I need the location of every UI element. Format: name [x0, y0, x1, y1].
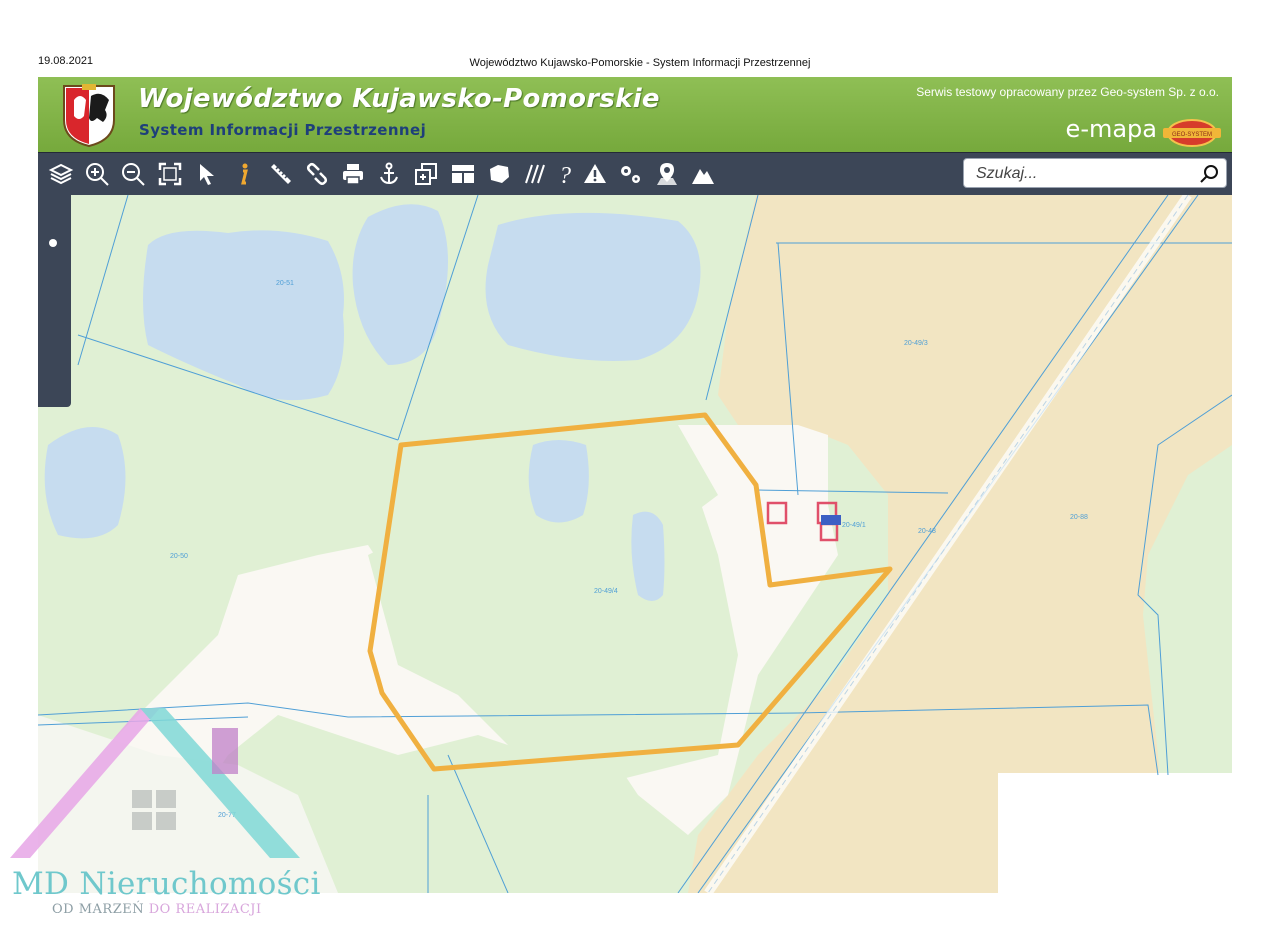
anchor-icon — [380, 162, 398, 185]
watermark-tagline-part-a: OD MARZEŃ — [52, 902, 145, 917]
watermark-tagline: OD MARZEŃ DO REALIZACJI — [52, 902, 262, 917]
lake-north-central — [485, 212, 701, 361]
map-pin-icon — [657, 163, 677, 185]
zoom-out-icon — [122, 163, 145, 186]
zoom-in-button[interactable] — [82, 157, 112, 191]
parcel-label: 20-88 — [1070, 514, 1088, 521]
map-pin-button[interactable] — [652, 157, 682, 191]
parcel-label: 20-51 — [276, 280, 294, 287]
lake-west — [44, 427, 126, 539]
pond-south — [631, 511, 665, 601]
search-icon[interactable] — [1198, 163, 1220, 185]
link-icon — [306, 162, 328, 186]
print-header-title: Województwo Kujawsko-Pomorskie - System … — [469, 57, 811, 69]
zoom-in-icon — [86, 163, 109, 186]
link-button[interactable] — [302, 157, 332, 191]
settings-button[interactable] — [615, 157, 645, 191]
print-button[interactable] — [338, 157, 368, 191]
full-extent-button[interactable] — [155, 157, 185, 191]
watermark-brand-name: MD Nieruchomości — [12, 866, 321, 902]
hatch-button[interactable] — [519, 157, 549, 191]
region-title: Województwo Kujawsko-Pomorskie — [138, 84, 660, 114]
coat-of-arms-icon — [63, 84, 115, 148]
layers-button[interactable] — [46, 157, 76, 191]
globe-text: GEO-SYSTEM — [1172, 132, 1212, 138]
service-note: Serwis testowy opracowany przez Geo-syst… — [916, 85, 1219, 99]
warning-button[interactable] — [580, 157, 610, 191]
terrain-button[interactable] — [688, 157, 718, 191]
parcel-label: 20-49/4 — [594, 588, 618, 595]
parcel-label: 20-49/3 — [904, 340, 928, 347]
zoom-slider-handle[interactable] — [49, 239, 57, 247]
area-shape-icon — [490, 165, 509, 183]
search-input[interactable] — [974, 162, 1198, 186]
settings-icon — [621, 166, 640, 183]
help-button[interactable]: ? — [550, 157, 580, 191]
search-box — [963, 158, 1227, 188]
layout-button[interactable] — [448, 157, 478, 191]
watermark-tagline-part-b: DO REALIZACJI — [148, 902, 262, 917]
parcel-label: 20-49/1 — [842, 522, 866, 529]
parcel-label: 20-50 — [170, 553, 188, 560]
zoom-out-button[interactable] — [118, 157, 148, 191]
measure-button[interactable] — [266, 157, 296, 191]
copy-button[interactable] — [411, 157, 441, 191]
terrain-icon — [692, 169, 714, 184]
print-icon — [343, 164, 363, 185]
header-banner: Województwo Kujawsko-Pomorskie System In… — [38, 77, 1232, 152]
pond-central — [528, 440, 589, 523]
map-blank-corner — [998, 773, 1232, 893]
address-point-marker — [821, 515, 841, 525]
layers-icon — [48, 163, 74, 185]
select-pointer-icon — [200, 164, 214, 185]
warning-icon — [584, 164, 606, 183]
parcel-label: 20-48 — [918, 528, 936, 535]
layout-icon — [452, 165, 474, 183]
info-icon — [241, 163, 248, 185]
help-icon: ? — [559, 163, 571, 187]
hatch-icon — [525, 164, 545, 184]
measure-ruler-icon — [271, 164, 291, 184]
anchor-button[interactable] — [374, 157, 404, 191]
geo-system-globe-logo: GEO-SYSTEM — [1163, 119, 1221, 147]
select-button[interactable] — [192, 157, 222, 191]
full-extent-icon — [158, 162, 182, 186]
toolbar: ? — [38, 152, 1232, 196]
system-subtitle: System Informacji Przestrzennej — [139, 121, 427, 139]
info-button[interactable] — [228, 157, 258, 191]
svg-text:?: ? — [559, 163, 571, 187]
copy-icon — [415, 163, 437, 185]
area-button[interactable] — [484, 157, 514, 191]
emapa-brand: e-mapa — [1065, 115, 1157, 143]
map-side-panel[interactable] — [38, 195, 71, 407]
